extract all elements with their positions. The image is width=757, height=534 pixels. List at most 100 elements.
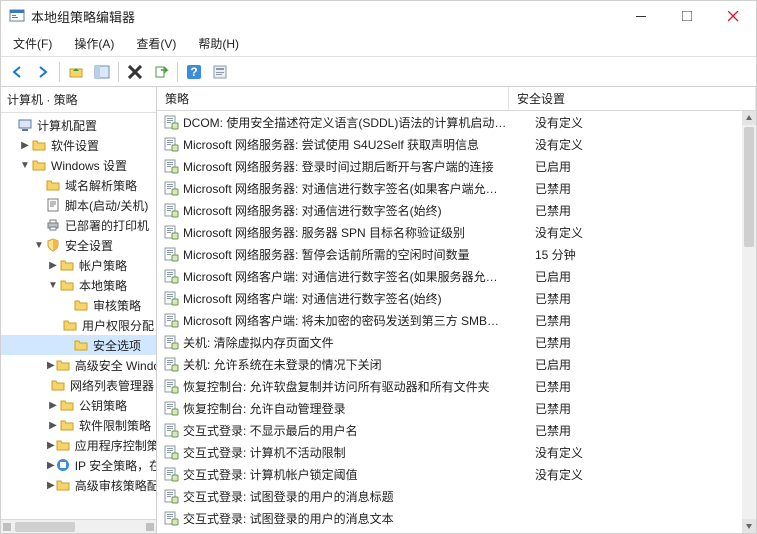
policy-row[interactable]: 交互式登录: 计算机帐户锁定阈值没有定义: [157, 463, 756, 485]
tree-item[interactable]: 网络列表管理器: [1, 375, 156, 395]
sidebar-horizontal-scrollbar[interactable]: [1, 519, 156, 533]
list-header: 策略 安全设置: [157, 87, 756, 111]
folder-icon: [31, 157, 47, 173]
policy-icon: [163, 114, 179, 130]
delete-button[interactable]: [123, 60, 147, 84]
policy-row[interactable]: Microsoft 网络客户端: 对通信进行数字签名(如果服务器允…已启用: [157, 265, 756, 287]
expand-icon[interactable]: ▶: [47, 260, 59, 271]
menu-file[interactable]: 文件(F): [7, 33, 58, 54]
tree-item[interactable]: ▶高级安全 Windows: [1, 355, 156, 375]
menubar: 文件(F) 操作(A) 查看(V) 帮助(H): [1, 31, 756, 57]
back-button[interactable]: [5, 60, 29, 84]
policy-list[interactable]: DCOM: 使用安全描述符定义语言(SDDL)语法的计算机启动…没有定义Micr…: [157, 111, 756, 533]
policy-row[interactable]: Microsoft 网络服务器: 尝试使用 S4U2Self 获取声明信息没有定…: [157, 133, 756, 155]
policy-value: 已禁用: [531, 334, 756, 351]
tree-item[interactable]: ▼本地策略: [1, 275, 156, 295]
policy-value: 没有定义: [531, 224, 756, 241]
folder-icon: [31, 137, 47, 153]
scroll-up-icon[interactable]: [742, 111, 756, 125]
policy-row[interactable]: 交互式登录: 试图登录的用户的消息文本: [157, 507, 756, 529]
policy-value: 已禁用: [531, 290, 756, 307]
policy-row[interactable]: Microsoft 网络服务器: 暂停会话前所需的空闲时间数量15 分钟: [157, 243, 756, 265]
tree-item[interactable]: ▶高级审核策略配置: [1, 475, 156, 495]
export-button[interactable]: [149, 60, 173, 84]
policy-row[interactable]: Microsoft 网络服务器: 登录时间过期后断开与客户端的连接已启用: [157, 155, 756, 177]
column-header-policy[interactable]: 策略: [157, 87, 509, 110]
tree-item[interactable]: 域名解析策略: [1, 175, 156, 195]
tree-item[interactable]: 用户权限分配: [1, 315, 156, 335]
tree-item[interactable]: 计算机配置: [1, 115, 156, 135]
policy-row[interactable]: 恢复控制台: 允许软盘复制并访问所有驱动器和所有文件夹已禁用: [157, 375, 756, 397]
show-hide-tree-button[interactable]: [90, 60, 114, 84]
tree-item[interactable]: ▶应用程序控制策略: [1, 435, 156, 455]
folder-icon: [59, 257, 75, 273]
column-header-security-setting[interactable]: 安全设置: [509, 87, 756, 110]
tree-item[interactable]: ▶软件限制策略: [1, 415, 156, 435]
policy-name: Microsoft 网络服务器: 暂停会话前所需的空闲时间数量: [183, 246, 531, 263]
policy-row[interactable]: Microsoft 网络服务器: 对通信进行数字签名(始终)已禁用: [157, 199, 756, 221]
policy-icon: [163, 268, 179, 284]
up-folder-button[interactable]: [64, 60, 88, 84]
policy-value: 已禁用: [531, 400, 756, 417]
tree[interactable]: 计算机配置▶软件设置 ▼ Windows 设置域名解析策略脚本(启动/关机)已部署的…: [1, 113, 156, 519]
scroll-down-icon[interactable]: [742, 519, 756, 533]
tree-item[interactable]: ▶ IP 安全策略，在: [1, 455, 156, 475]
collapse-icon[interactable]: ▼: [33, 240, 45, 251]
collapse-icon[interactable]: ▼: [19, 160, 31, 171]
tree-item[interactable]: 审核策略: [1, 295, 156, 315]
minimize-button[interactable]: [618, 1, 664, 31]
expand-icon[interactable]: ▶: [47, 400, 59, 411]
expand-icon[interactable]: ▶: [47, 480, 55, 491]
policy-row[interactable]: Microsoft 网络客户端: 将未加密的密码发送到第三方 SMB…已禁用: [157, 309, 756, 331]
menu-action[interactable]: 操作(A): [68, 33, 120, 54]
policy-icon: [163, 136, 179, 152]
tree-item[interactable]: 安全选项: [1, 335, 156, 355]
menu-help[interactable]: 帮助(H): [192, 33, 245, 54]
tree-item[interactable]: ▶公钥策略: [1, 395, 156, 415]
tree-item-label: IP 安全策略，在: [75, 457, 156, 474]
expand-icon[interactable]: ▶: [47, 360, 55, 371]
sidebar: 计算机 · 策略 计算机配置▶软件设置▼Windows 设置域名解析策略脚本(启…: [1, 87, 157, 533]
policy-icon: [163, 378, 179, 394]
expand-icon[interactable]: ▶: [47, 420, 59, 431]
tree-item-label: Windows 设置: [51, 157, 127, 174]
folder-icon: [59, 397, 75, 413]
tree-item[interactable]: ▼ Windows 设置: [1, 155, 156, 175]
tree-item[interactable]: 已部署的打印机: [1, 215, 156, 235]
tree-item[interactable]: 脚本(启动/关机): [1, 195, 156, 215]
tree-item[interactable]: ▶软件设置: [1, 135, 156, 155]
policy-name: 交互式登录: 计算机帐户锁定阈值: [183, 466, 531, 483]
expand-icon[interactable]: ▶: [47, 460, 55, 471]
policy-name: 交互式登录: 试图登录的用户的消息标题: [183, 488, 531, 505]
maximize-button[interactable]: [664, 1, 710, 31]
properties-icon[interactable]: [208, 60, 232, 84]
forward-button[interactable]: [31, 60, 55, 84]
tree-item[interactable]: ▼安全设置: [1, 235, 156, 255]
policy-row[interactable]: 关机: 清除虚拟内存页面文件已禁用: [157, 331, 756, 353]
policy-name: 恢复控制台: 允许自动管理登录: [183, 400, 531, 417]
close-button[interactable]: [710, 1, 756, 31]
policy-value: 已禁用: [531, 422, 756, 439]
menu-view[interactable]: 查看(V): [130, 33, 182, 54]
help-button[interactable]: ?: [182, 60, 206, 84]
expand-icon[interactable]: ▶: [19, 140, 31, 151]
policy-row[interactable]: Microsoft 网络服务器: 服务器 SPN 目标名称验证级别没有定义: [157, 221, 756, 243]
policy-row[interactable]: Microsoft 网络客户端: 对通信进行数字签名(始终)已禁用: [157, 287, 756, 309]
folder-icon: [59, 277, 75, 293]
policy-value: 已启用: [531, 356, 756, 373]
policy-icon: [163, 312, 179, 328]
policy-row[interactable]: 交互式登录: 计算机不活动限制没有定义: [157, 441, 756, 463]
policy-row[interactable]: 交互式登录: 试图登录的用户的消息标题: [157, 485, 756, 507]
policy-row[interactable]: 交互式登录: 不显示最后的用户名已禁用: [157, 419, 756, 441]
policy-icon: [163, 290, 179, 306]
policy-row[interactable]: Microsoft 网络服务器: 对通信进行数字签名(如果客户端允…已禁用: [157, 177, 756, 199]
policy-row[interactable]: 关机: 允许系统在未登录的情况下关闭已启用: [157, 353, 756, 375]
expand-icon[interactable]: ▶: [47, 440, 55, 451]
vertical-scrollbar[interactable]: [742, 111, 756, 533]
collapse-icon[interactable]: ▼: [47, 280, 59, 291]
window-title: 本地组策略编辑器: [31, 7, 618, 26]
policy-row[interactable]: DCOM: 使用安全描述符定义语言(SDDL)语法的计算机启动…没有定义: [157, 111, 756, 133]
policy-row[interactable]: 恢复控制台: 允许自动管理登录已禁用: [157, 397, 756, 419]
folder-icon: [55, 477, 71, 493]
tree-item[interactable]: ▶帐户策略: [1, 255, 156, 275]
